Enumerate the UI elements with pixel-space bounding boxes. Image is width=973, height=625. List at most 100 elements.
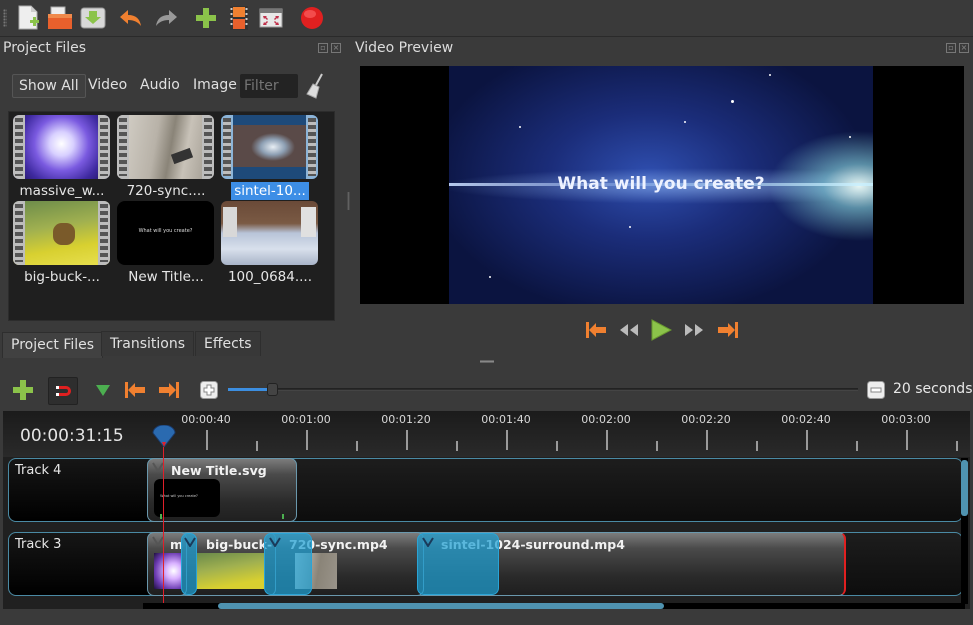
ruler-minor-tick <box>756 441 758 451</box>
ruler-minor-tick <box>456 441 458 451</box>
file-thumbnail <box>221 201 318 265</box>
ruler-major-tick <box>306 430 308 450</box>
video-frame: What will you create? <box>449 66 873 304</box>
thumb-window <box>223 207 237 237</box>
dock-close-button[interactable]: × <box>959 43 969 53</box>
save-project-button[interactable] <box>80 5 106 31</box>
rewind-button[interactable] <box>616 318 642 342</box>
current-timecode: 00:00:31:15 <box>20 426 124 446</box>
file-item[interactable]: 720-sync.... <box>117 115 215 201</box>
record-icon <box>301 7 323 29</box>
add-marker-button[interactable] <box>90 377 116 403</box>
track-header[interactable]: Track 4 <box>9 459 149 521</box>
import-files-button[interactable] <box>193 5 219 31</box>
transition[interactable] <box>417 533 499 595</box>
dock-close-button[interactable]: × <box>331 43 341 53</box>
redo-button[interactable] <box>153 5 179 31</box>
transition[interactable] <box>264 533 312 595</box>
ruler-label: 00:02:20 <box>681 413 731 426</box>
video-preview-title: Video Preview <box>355 40 454 56</box>
file-item-selected[interactable]: sintel-10... <box>221 115 319 201</box>
timeline-vertical-scrollbar[interactable] <box>961 458 968 604</box>
file-label: 720-sync.... <box>126 183 206 199</box>
main-toolbar <box>0 0 973 37</box>
project-files-title: Project Files <box>3 40 87 56</box>
star <box>731 100 734 103</box>
file-item[interactable]: 100_0684.... <box>221 201 319 287</box>
undo-button[interactable] <box>118 5 144 31</box>
file-item[interactable]: What will you create? New Title... <box>117 201 215 287</box>
transition-menu-icon[interactable] <box>269 537 281 547</box>
next-marker-button[interactable] <box>156 377 182 403</box>
panel-splitter-handle[interactable] <box>347 192 350 210</box>
zoom-slider-fill <box>228 388 272 391</box>
add-track-button[interactable] <box>10 377 36 403</box>
undo-icon <box>120 10 141 26</box>
filter-audio[interactable]: Audio <box>134 74 186 98</box>
transition-menu-icon[interactable] <box>422 537 434 547</box>
track[interactable]: Track 4 New Title.svg What will you crea… <box>8 458 963 522</box>
snapping-toggle[interactable] <box>48 377 78 405</box>
filter-show-all[interactable]: Show All <box>12 74 86 98</box>
previous-marker-button[interactable] <box>122 377 148 403</box>
dock-float-button[interactable]: ▫ <box>318 43 328 53</box>
file-thumbnail <box>221 115 318 179</box>
star <box>629 226 631 228</box>
filter-image[interactable]: Image <box>187 74 243 98</box>
zoom-slider-handle[interactable] <box>267 383 278 396</box>
video-preview-canvas[interactable]: What will you create? <box>360 66 964 304</box>
tab-project-files[interactable]: Project Files <box>2 332 104 358</box>
jump-start-button[interactable] <box>583 318 609 342</box>
transition[interactable] <box>181 533 197 595</box>
new-project-button[interactable] <box>16 5 42 31</box>
new-file-icon <box>18 5 39 30</box>
track-header[interactable]: Track 3 <box>9 533 149 595</box>
dock-float-button[interactable]: ▫ <box>946 43 956 53</box>
zoom-slider[interactable] <box>228 383 858 396</box>
choose-profile-button[interactable] <box>226 5 252 31</box>
timeline-ruler[interactable]: 00:00:31:15 00:00:40 00:01:00 00:01:20 00:0… <box>3 411 970 457</box>
timeline[interactable]: 00:00:31:15 00:00:40 00:01:00 00:01:20 00:0… <box>3 411 970 609</box>
toolbar-grip[interactable] <box>3 9 7 27</box>
zoom-out-button[interactable] <box>863 377 889 403</box>
rewind-icon <box>620 324 638 336</box>
fullscreen-button[interactable] <box>258 5 284 31</box>
ruler-major-tick <box>506 430 508 450</box>
filter-video[interactable]: Video <box>82 74 133 98</box>
tab-effects[interactable]: Effects <box>195 331 261 356</box>
horizontal-splitter-handle[interactable] <box>480 360 494 363</box>
ruler-major-tick <box>706 430 708 450</box>
openshot-window: Project Files ▫ × Show All Video Audio I… <box>0 0 973 625</box>
film-sprocket <box>221 115 233 179</box>
file-item[interactable]: big-buck-... <box>13 201 111 287</box>
file-item[interactable]: massive_w... <box>13 115 111 201</box>
timeline-horizontal-scrollbar[interactable] <box>143 603 965 609</box>
fast-forward-icon <box>685 324 703 336</box>
open-project-button[interactable] <box>47 5 73 31</box>
ruler-minor-tick <box>656 441 658 451</box>
ruler-minor-tick <box>956 441 958 451</box>
track[interactable]: Track 3 sintel-1024-surround.mp4 720-syn… <box>8 532 963 596</box>
ruler-minor-tick <box>856 441 858 451</box>
clip-thumbnail <box>196 553 264 589</box>
play-icon <box>651 319 672 341</box>
fast-forward-button[interactable] <box>681 318 707 342</box>
zoom-in-icon <box>200 381 218 399</box>
transition-menu-icon[interactable] <box>184 537 196 547</box>
jump-end-button[interactable] <box>715 318 741 342</box>
play-button[interactable] <box>648 318 674 342</box>
clear-filter-button[interactable] <box>305 73 325 103</box>
filter-input[interactable] <box>240 74 298 98</box>
ruler-major-tick <box>806 430 808 450</box>
jump-start-icon <box>586 322 606 338</box>
vertical-scrollbar-thumb[interactable] <box>961 460 968 516</box>
zoom-in-button[interactable] <box>196 377 222 403</box>
timeline-clip[interactable]: New Title.svg What will you create? <box>147 458 297 522</box>
horizontal-scrollbar-thumb[interactable] <box>218 603 664 609</box>
thumb-title-text: What will you create? <box>138 228 193 234</box>
clip-keyframe <box>160 514 162 519</box>
film-sprocket <box>306 115 318 179</box>
export-video-button[interactable] <box>299 5 325 31</box>
tab-transitions[interactable]: Transitions <box>101 331 194 356</box>
playhead-handle[interactable] <box>152 425 176 447</box>
